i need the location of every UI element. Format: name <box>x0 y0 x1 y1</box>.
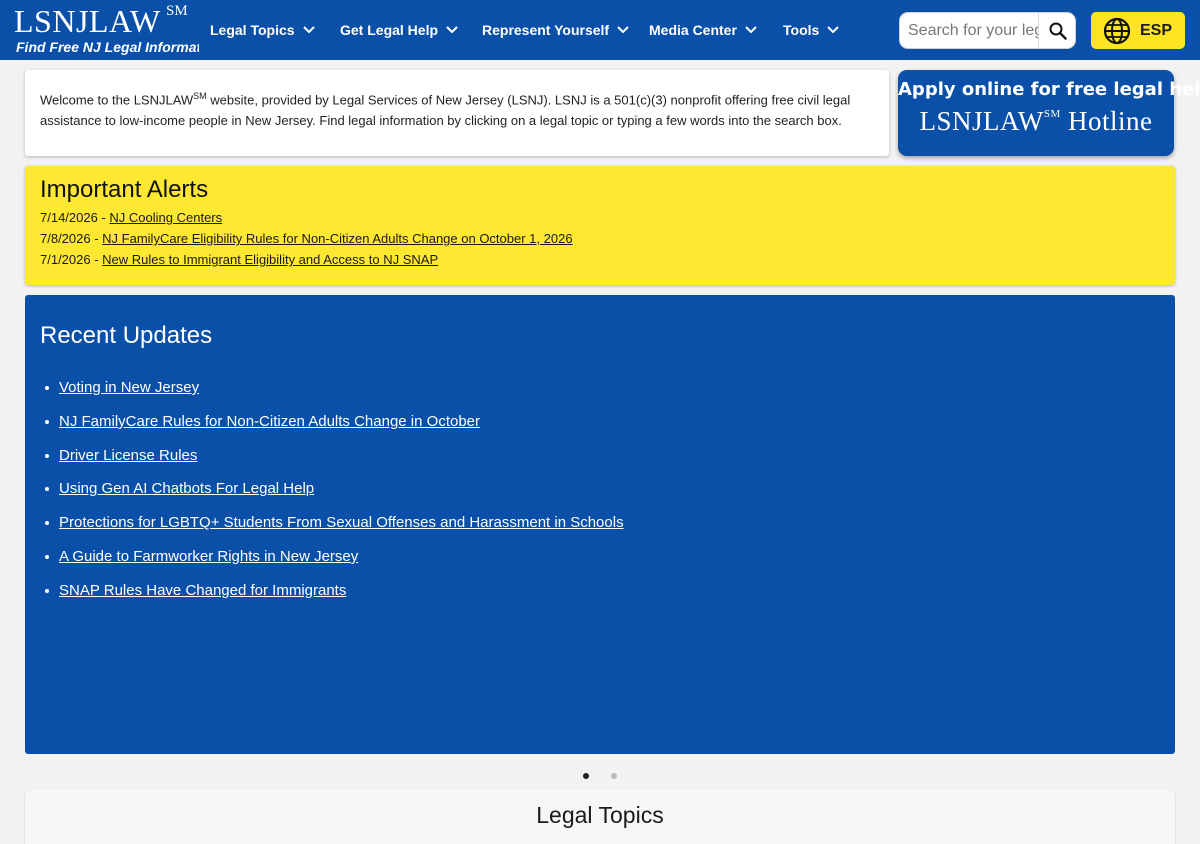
list-item: A Guide to Farmworker Rights in New Jers… <box>45 544 624 578</box>
alert-date: 7/8/2026 <box>40 231 91 246</box>
alert-link[interactable]: New Rules to Immigrant Eligibility and A… <box>102 252 438 267</box>
hotline-name: LSNJLAWSM Hotline <box>898 106 1174 137</box>
nav-tools[interactable]: Tools <box>783 0 840 60</box>
list-item: Protections for LGBTQ+ Students From Sex… <box>45 510 624 544</box>
welcome-text-start: Welcome to the LSNJLAW <box>40 92 194 108</box>
legal-topics-title: Legal Topics <box>536 802 664 828</box>
site-logo[interactable]: LSNJLAW SM Find Free NJ Legal Informatio… <box>14 2 199 60</box>
alert-link[interactable]: NJ Cooling Centers <box>109 210 222 225</box>
search-input[interactable] <box>900 13 1038 48</box>
list-item: Voting in New Jersey <box>45 375 624 409</box>
hotline-brand: LSNJLAW <box>919 106 1044 136</box>
language-label: ESP <box>1140 21 1173 39</box>
carousel-indicators <box>0 773 1200 781</box>
chevron-down-icon <box>745 26 757 34</box>
alert-date: 7/1/2026 <box>40 252 91 267</box>
chevron-down-icon <box>446 26 458 34</box>
welcome-message: Welcome to the LSNJLAWSM website, provid… <box>25 70 889 156</box>
list-item: Using Gen AI Chatbots For Legal Help <box>45 476 624 510</box>
nav-get-legal-help[interactable]: Get Legal Help <box>340 0 458 60</box>
list-item: Driver License Rules <box>45 443 624 477</box>
nav-legal-topics[interactable]: Legal Topics <box>210 0 315 60</box>
search-box <box>899 12 1076 49</box>
update-link[interactable]: SNAP Rules Have Changed for Immigrants <box>59 582 346 599</box>
nav-label: Get Legal Help <box>340 22 439 38</box>
nav-label: Tools <box>783 22 820 38</box>
update-link[interactable]: Using Gen AI Chatbots For Legal Help <box>59 480 314 497</box>
recent-updates-carousel: Recent Updates Voting in New Jersey NJ F… <box>25 295 1175 754</box>
important-alerts: Important Alerts 7/14/2026 - NJ Cooling … <box>25 166 1175 285</box>
search-button[interactable] <box>1038 13 1075 48</box>
alert-link[interactable]: NJ FamilyCare Eligibility Rules for Non-… <box>102 231 572 246</box>
update-link[interactable]: NJ FamilyCare Rules for Non-Citizen Adul… <box>59 413 480 430</box>
hotline-service-mark: SM <box>1043 108 1061 120</box>
apply-online-hotline-banner[interactable]: Apply online for free legal help LSNJLAW… <box>898 70 1200 156</box>
alert-item: 7/1/2026 - New Rules to Immigrant Eligib… <box>40 252 439 267</box>
language-toggle-button[interactable]: ESP <box>1091 12 1185 49</box>
welcome-service-mark: SM <box>193 91 207 101</box>
chevron-down-icon <box>617 26 629 34</box>
alert-item: 7/14/2026 - NJ Cooling Centers <box>40 210 223 225</box>
carousel-dot-1[interactable] <box>583 773 589 779</box>
site-header: LSNJLAW SM Find Free NJ Legal Informatio… <box>0 0 1200 60</box>
globe-icon <box>1103 17 1131 44</box>
hotline-apply-text: Apply online for free legal help <box>898 79 1200 100</box>
update-link[interactable]: A Guide to Farmworker Rights in New Jers… <box>59 548 358 565</box>
updates-list: Voting in New Jersey NJ FamilyCare Rules… <box>45 375 624 612</box>
nav-label: Media Center <box>649 22 737 38</box>
hotline-suffix: Hotline <box>1067 106 1153 136</box>
update-link[interactable]: Voting in New Jersey <box>59 379 199 396</box>
list-item: SNAP Rules Have Changed for Immigrants <box>45 578 624 612</box>
list-item: NJ FamilyCare Rules for Non-Citizen Adul… <box>45 409 624 443</box>
logo-tagline: Find Free NJ Legal Information <box>16 39 199 55</box>
nav-label: Legal Topics <box>210 22 295 38</box>
nav-represent-yourself[interactable]: Represent Yourself <box>482 0 629 60</box>
update-link[interactable]: Driver License Rules <box>59 447 197 464</box>
nav-label: Represent Yourself <box>482 22 610 38</box>
alert-date: 7/14/2026 <box>40 210 98 225</box>
alert-item: 7/8/2026 - NJ FamilyCare Eligibility Rul… <box>40 231 573 246</box>
logo-name: LSNJLAW <box>14 3 161 39</box>
nav-media-center[interactable]: Media Center <box>649 0 757 60</box>
legal-topics-section: Legal Topics <box>25 790 1175 844</box>
update-link[interactable]: Protections for LGBTQ+ Students From Sex… <box>59 514 624 531</box>
search-icon <box>1049 22 1067 40</box>
carousel-dot-2[interactable] <box>611 773 617 779</box>
chevron-down-icon <box>302 26 315 34</box>
updates-title: Recent Updates <box>40 322 213 349</box>
logo-service-mark: SM <box>166 3 188 19</box>
chevron-down-icon <box>827 26 840 34</box>
alerts-title: Important Alerts <box>40 176 209 203</box>
